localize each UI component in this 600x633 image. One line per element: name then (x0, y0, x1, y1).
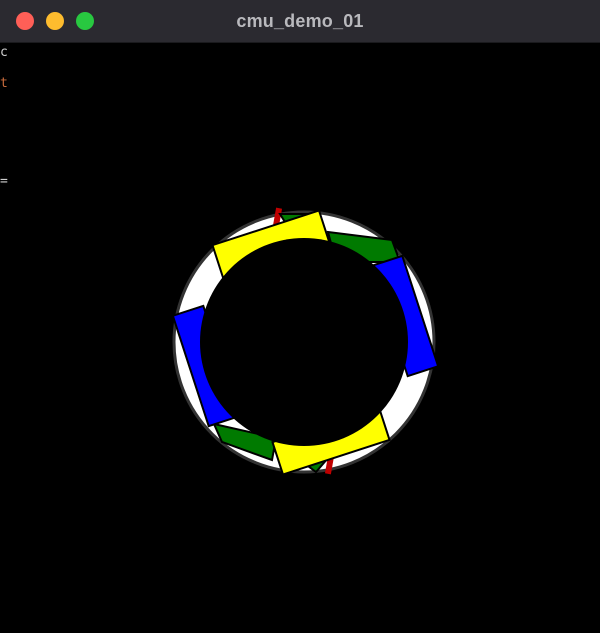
ring-drawing (171, 207, 440, 476)
app-window: cmu_demo_01 c t = (0, 0, 600, 633)
edge-glyph-fragment: c (0, 45, 8, 60)
window-titlebar[interactable]: cmu_demo_01 (0, 0, 600, 43)
edge-glyph-fragment: t (0, 76, 8, 91)
window-title: cmu_demo_01 (236, 11, 364, 31)
edge-glyph-fragment: = (0, 174, 8, 189)
drawing-canvas[interactable]: c t = (0, 43, 600, 633)
inner-hole (200, 238, 408, 446)
